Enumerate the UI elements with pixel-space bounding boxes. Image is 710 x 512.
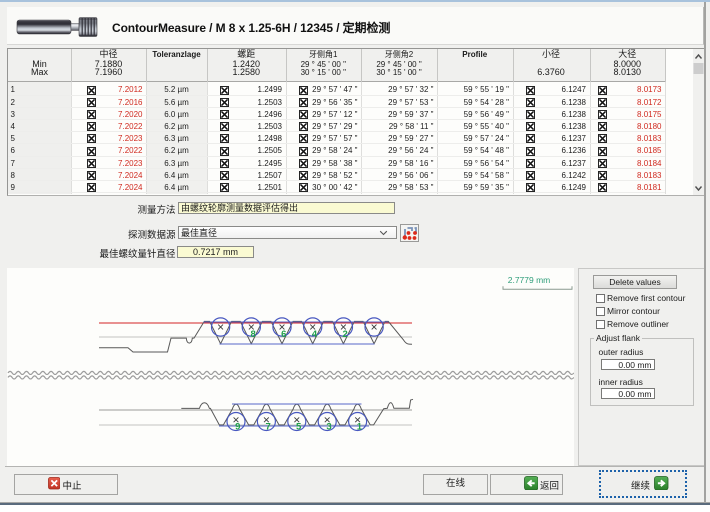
svg-text:4: 4	[312, 329, 318, 340]
svg-text:7: 7	[266, 421, 271, 432]
svg-text:8: 8	[250, 329, 255, 340]
svg-text:3: 3	[326, 421, 331, 432]
svg-text:2: 2	[343, 329, 348, 340]
svg-text:6: 6	[281, 329, 286, 340]
svg-text:2.7779 mm: 2.7779 mm	[508, 275, 551, 285]
svg-text:5: 5	[296, 421, 302, 432]
svg-text:1: 1	[357, 421, 363, 432]
svg-text:9: 9	[235, 421, 240, 432]
